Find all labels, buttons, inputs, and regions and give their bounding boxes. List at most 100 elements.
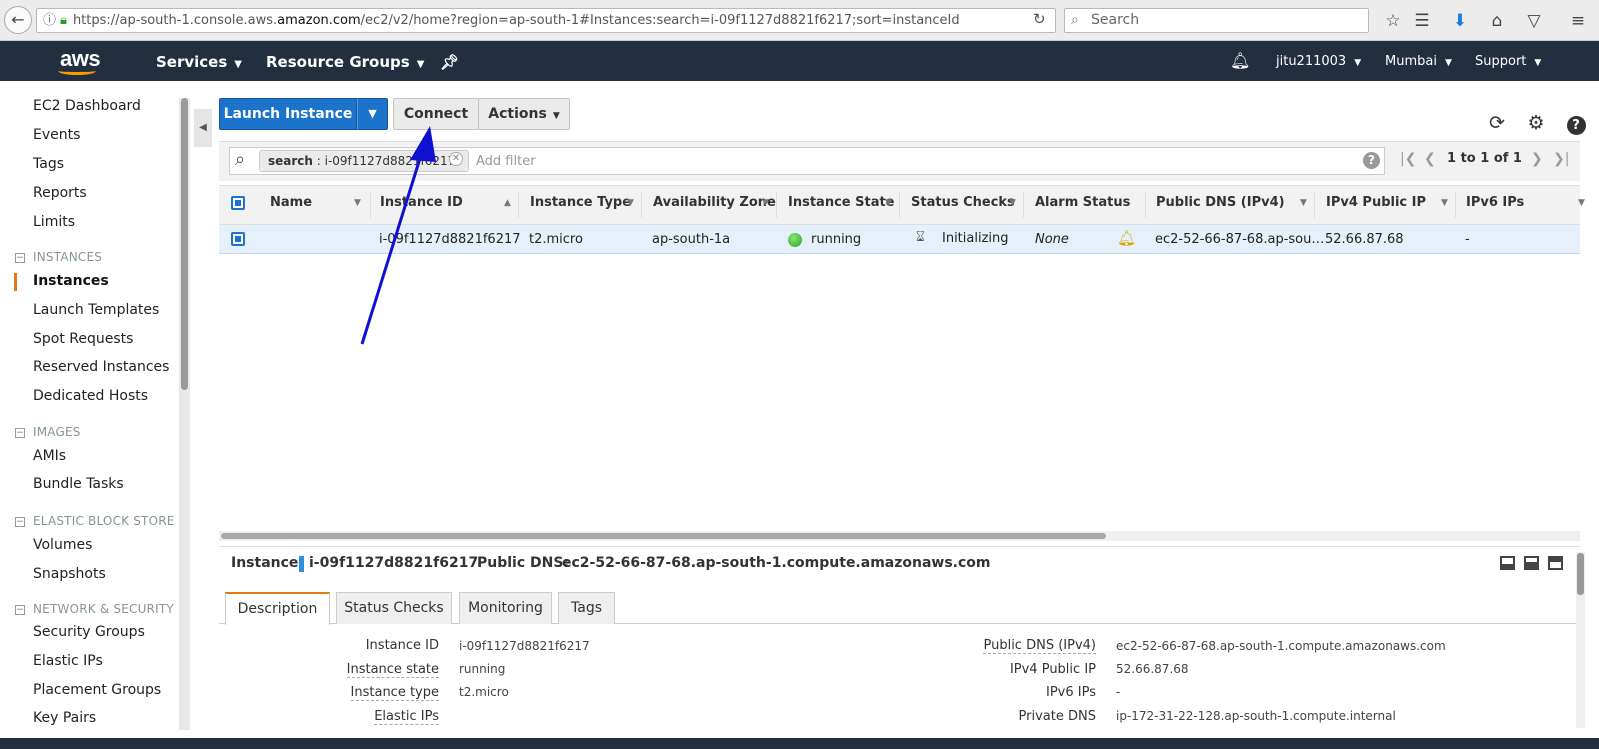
help-icon[interactable]: ? [1563,110,1589,136]
sidebar-item-reports[interactable]: Reports [33,185,87,201]
tab-status-checks[interactable]: Status Checks [336,592,452,624]
collapse-sidebar-icon[interactable]: ◀ [194,109,212,147]
launch-instance-button[interactable]: Launch Instance [219,98,357,130]
star-bookmark-icon[interactable]: ☆ [1381,10,1405,32]
collapse-section-icon[interactable]: − [15,605,25,615]
table-horizontal-scrollbar-thumb[interactable] [221,533,1106,539]
services-menu[interactable]: Services ▼ [156,53,242,71]
row-checkbox[interactable] [231,232,245,246]
sidebar-item-security-groups[interactable]: Security Groups [33,624,145,640]
sidebar-section-ebs: ELASTIC BLOCK STORE [33,514,175,528]
sidebar-item-events[interactable]: Events [33,127,80,143]
remove-filter-icon[interactable]: ✕ [449,152,463,166]
info-icon[interactable]: ⓘ [43,13,56,28]
sidebar-item-snapshots[interactable]: Snapshots [33,566,106,582]
column-divider [641,192,642,218]
back-icon[interactable]: ← [4,6,32,34]
field-value-public-dns: ec2-52-66-87-68.ap-south-1.compute.amazo… [1116,639,1446,653]
sort-icon[interactable]: ▼ [1441,198,1448,208]
resource-groups-menu[interactable]: Resource Groups ▼ [266,53,424,71]
sort-icon[interactable]: ▼ [627,198,634,208]
detail-vertical-scrollbar-thumb[interactable] [1577,553,1584,595]
field-value-instance-type: t2.micro [459,685,509,699]
pane-maximize-icon[interactable] [1548,556,1563,570]
collapse-section-icon[interactable]: − [15,428,25,438]
pocket-icon[interactable]: ▽ [1522,10,1546,32]
collapse-section-icon[interactable]: − [15,517,25,527]
help-icon-glyph: ? [1566,116,1586,135]
column-header-instance-id[interactable]: Instance ID [380,195,463,210]
field-label-public-dns: Public DNS (IPv4) [983,638,1096,654]
tab-tags[interactable]: Tags [558,592,615,624]
column-divider [1314,192,1315,218]
first-page-icon[interactable]: |❮ [1400,151,1416,167]
refresh-icon[interactable]: ⟳ [1484,110,1510,136]
column-header-public-dns[interactable]: Public DNS (IPv4) [1156,195,1285,210]
user-menu[interactable]: jitu211003 ▼ [1276,54,1361,69]
home-icon[interactable]: ⌂ [1485,10,1509,32]
sort-ascending-icon[interactable]: ▲ [504,198,511,208]
gear-icon[interactable]: ⚙ [1523,110,1549,136]
address-bar[interactable]: ⓘ 🔒︎ https://ap-south-1.console.aws.amazon… [36,8,1056,33]
column-header-ipv6-ips[interactable]: IPv6 IPs [1466,195,1524,210]
sidebar-item-launch-templates[interactable]: Launch Templates [33,302,159,318]
reading-list-icon[interactable]: ☰ [1410,10,1434,32]
next-page-icon[interactable]: ❯ [1531,151,1543,167]
previous-page-icon[interactable]: ❮ [1424,151,1436,167]
bell-icon[interactable]: 🔔︎ [1230,51,1250,70]
sort-icon[interactable]: ▼ [1578,198,1585,208]
sort-icon[interactable]: ▼ [762,198,769,208]
create-alarm-icon[interactable]: 🔔︎ [1117,229,1136,247]
download-icon[interactable]: ⬇ [1448,10,1472,32]
browser-search-input[interactable]: ⌕ Search [1064,8,1369,33]
cell-ipv4-public-ip: 52.66.87.68 [1325,232,1404,247]
sidebar-item-limits[interactable]: Limits [33,214,75,230]
actions-button[interactable]: Actions ▼ [478,98,570,130]
sidebar-item-amis[interactable]: AMIs [33,448,66,464]
sort-icon[interactable]: ▼ [885,198,892,208]
cell-alarm-status: None [1035,232,1069,247]
column-header-availability-zone[interactable]: Availability Zone [653,195,776,210]
select-all-checkbox[interactable] [231,196,245,210]
reload-icon[interactable]: ↻ [1033,10,1046,28]
sidebar-scrollbar-thumb[interactable] [181,98,188,390]
column-header-name[interactable]: Name [270,195,312,210]
sidebar-item-key-pairs[interactable]: Key Pairs [33,710,96,726]
column-header-alarm-status[interactable]: Alarm Status [1035,195,1130,210]
pane-minimize-icon[interactable] [1500,556,1515,570]
region-menu[interactable]: Mumbai ▼ [1385,54,1452,69]
column-header-ipv4-public-ip[interactable]: IPv4 Public IP [1326,195,1426,210]
column-header-status-checks[interactable]: Status Checks [911,195,1015,210]
support-menu[interactable]: Support ▼ [1475,54,1541,69]
sidebar-item-tags[interactable]: Tags [33,156,64,172]
sort-icon[interactable]: ▼ [1009,198,1016,208]
filter-token[interactable]: search : i-09f1127d8821f6217 [259,150,469,172]
aws-top-nav: aws Services ▼ Resource Groups ▼ 📌︎ 🔔︎ jit… [0,41,1599,81]
sidebar-item-volumes[interactable]: Volumes [33,537,92,553]
filter-help-icon[interactable]: ? [1363,152,1380,169]
sidebar-item-ec2-dashboard[interactable]: EC2 Dashboard [33,98,141,114]
connect-button[interactable]: Connect [393,98,479,130]
sidebar-item-dedicated-hosts[interactable]: Dedicated Hosts [33,388,148,404]
collapse-section-icon[interactable]: − [15,253,25,263]
sidebar-item-bundle-tasks[interactable]: Bundle Tasks [33,476,124,492]
column-header-instance-state[interactable]: Instance State [788,195,895,210]
sidebar-item-elastic-ips[interactable]: Elastic IPs [33,653,103,669]
column-header-instance-type[interactable]: Instance Type [530,195,631,210]
sort-icon[interactable]: ▼ [1300,198,1307,208]
tab-monitoring[interactable]: Monitoring [459,592,552,624]
launch-dropdown-icon[interactable]: ▼ [357,98,388,130]
pane-half-icon[interactable] [1524,556,1539,570]
filter-placeholder: Add filter [476,154,536,169]
menu-icon[interactable]: ≡ [1566,10,1590,32]
sidebar-item-spot-requests[interactable]: Spot Requests [33,331,133,347]
tab-description[interactable]: Description [225,592,330,625]
sidebar-item-reserved-instances[interactable]: Reserved Instances [33,359,169,375]
pin-icon[interactable]: 📌︎ [440,53,459,71]
field-label-ipv4-public-ip: IPv4 Public IP [1009,662,1096,677]
sidebar-item-instances[interactable]: Instances [33,273,109,289]
last-page-icon[interactable]: ❯| [1553,151,1569,167]
sidebar-item-placement-groups[interactable]: Placement Groups [33,682,161,698]
sort-icon[interactable]: ▼ [354,198,361,208]
footer-bar [0,738,1599,749]
